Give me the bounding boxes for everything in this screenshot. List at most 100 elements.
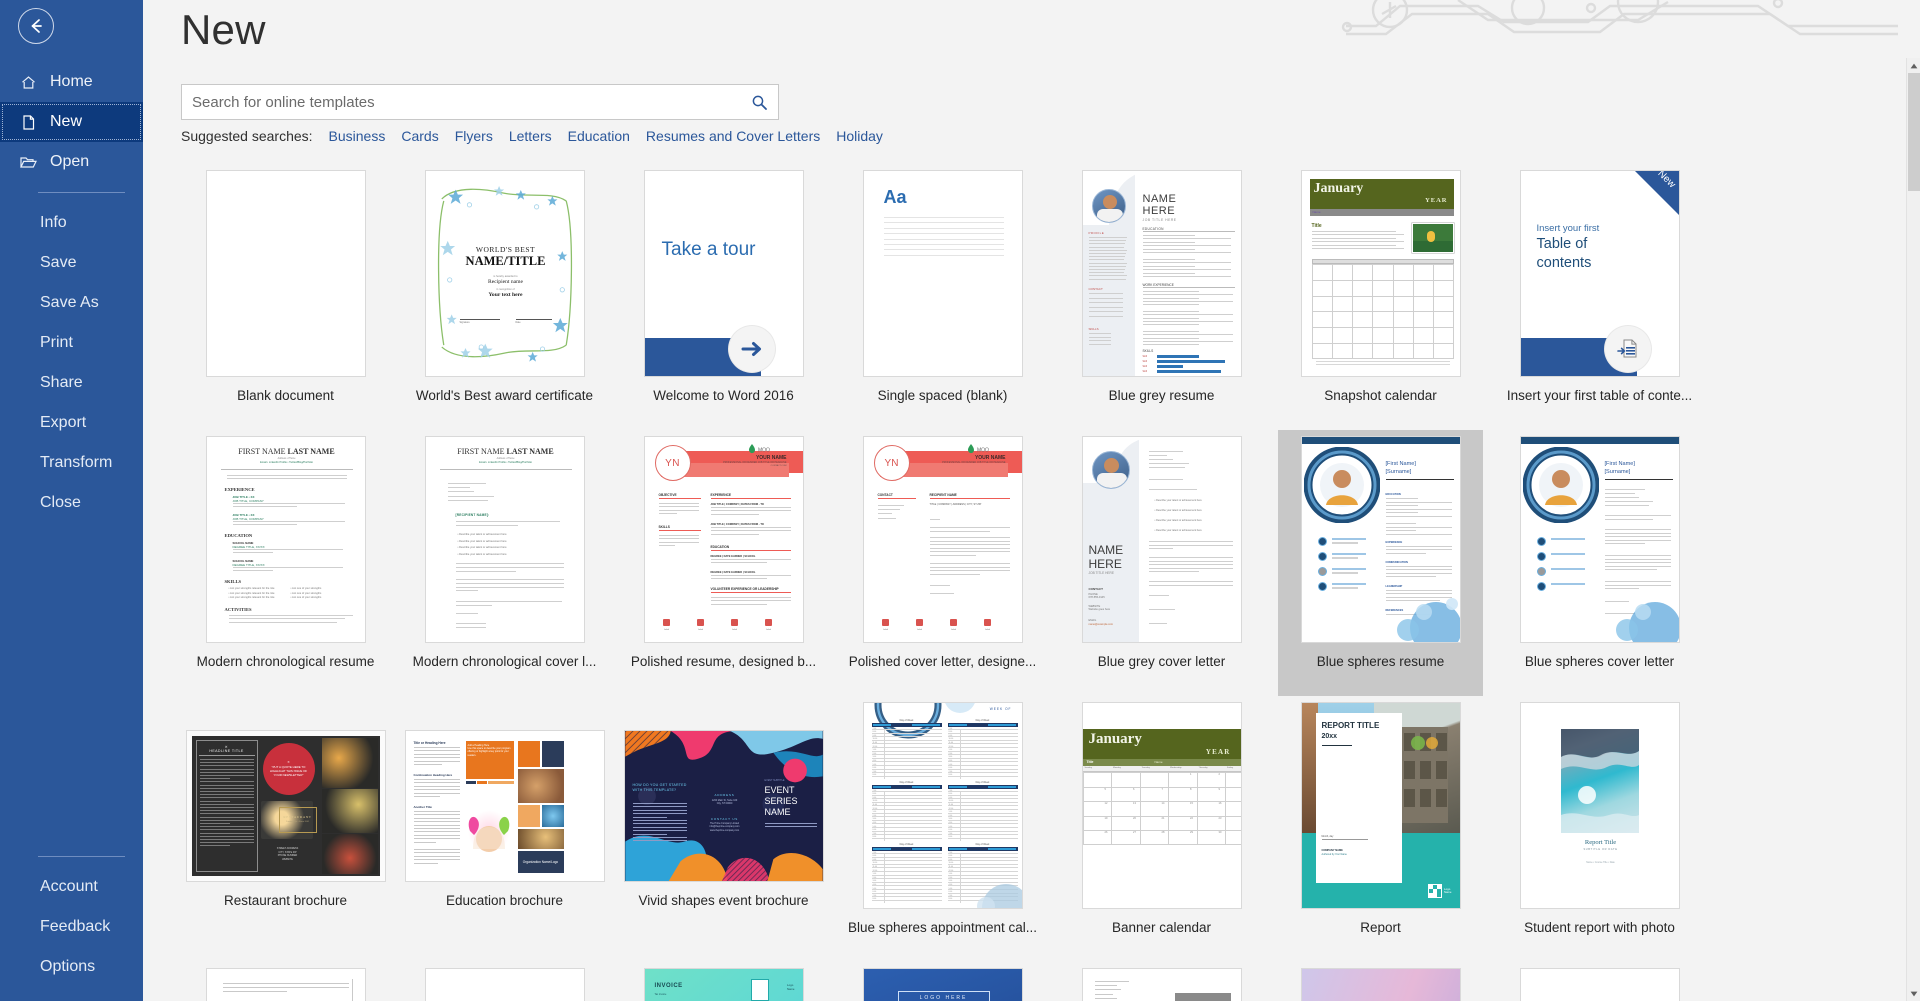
suggested-search-education[interactable]: Education xyxy=(568,128,630,144)
sidebar-item-save-as[interactable]: Save As xyxy=(0,283,143,323)
template-thumbnail xyxy=(1519,968,1680,1001)
template-thumbnail: REPORT TITLE 20xx Month, day COMPANY NAM… xyxy=(1300,702,1461,909)
sidebar-item-export[interactable]: Export xyxy=(0,403,143,443)
template-thumbnail: NAME HERE JOB TITLE HERE PROFILE CONTACT… xyxy=(1081,170,1242,377)
template-tile[interactable]: YN YOUR NAME PROFESSIONAL OR DESIRED JOB… xyxy=(621,430,826,696)
sidebar-item-save[interactable]: Save xyxy=(0,243,143,283)
template-tile-label: Blue grey cover letter xyxy=(1097,654,1226,669)
template-tile[interactable]: HOW DO YOU GET STARTED WITH THIS TEMPLAT… xyxy=(621,696,826,962)
sidebar-item-feedback[interactable]: Feedback xyxy=(0,907,143,947)
sidebar-item-info[interactable]: Info xyxy=(0,203,143,243)
home-icon xyxy=(18,72,38,92)
template-thumbnail: Aa xyxy=(862,170,1023,377)
template-tile[interactable]: LOGO HERE xyxy=(840,962,1045,1001)
template-tile-label: Single spaced (blank) xyxy=(877,388,1008,403)
template-tile[interactable]: Take a tour Welcome to Word 2016 xyxy=(621,164,826,430)
suggested-search-holiday[interactable]: Holiday xyxy=(836,128,883,144)
template-tile[interactable]: YN YOUR NAME PROFESSIONAL OR DESIRED JOB… xyxy=(840,430,1045,696)
template-tile[interactable] xyxy=(402,962,607,1001)
template-tile[interactable]: Blank document xyxy=(183,164,388,430)
template-tile-label: Student report with photo xyxy=(1524,920,1675,935)
sidebar-item-label: Save As xyxy=(40,294,99,311)
template-thumbnail: Report Title SUBTITLE OR DATE Name • Cou… xyxy=(1519,702,1680,909)
sidebar-item-label: Feedback xyxy=(40,918,111,935)
sidebar-divider-bottom xyxy=(38,856,125,857)
template-thumbnail: Title or Heading Here Continuation Headi… xyxy=(404,730,605,882)
sidebar-item-transform[interactable]: Transform xyxy=(0,443,143,483)
template-tile[interactable]: NAME HERE JOB TITLE HERE CONTACT PHONE 67… xyxy=(1059,430,1264,696)
template-tile-label: World's Best award certificate xyxy=(415,388,594,403)
template-tile[interactable]: [First Name] [Surname] EDUCATION EXPERIE… xyxy=(1278,430,1483,696)
sidebar-item-new[interactable]: New xyxy=(0,102,143,142)
template-tile-label: Blue spheres cover letter xyxy=(1524,654,1675,669)
template-tile[interactable] xyxy=(1278,962,1483,1001)
template-grid: Blank document WORLD'S BEST NAME/TITLE i… xyxy=(143,164,1906,1001)
sidebar-item-account[interactable]: Account xyxy=(0,867,143,907)
sidebar-item-label: Close xyxy=(40,494,81,511)
template-tile[interactable]: WEEK OF Day of Week 7:00 8:00 9:00 10:00… xyxy=(840,696,1045,962)
template-tile[interactable]: [First Name] [Surname] Blue spheres cove… xyxy=(1497,430,1702,696)
template-tile-label: Banner calendar xyxy=(1111,920,1212,935)
backstage-sidebar: Home New Open Info Save Save As Print Sh… xyxy=(0,0,143,1001)
vertical-scrollbar[interactable] xyxy=(1906,58,1920,1001)
scroll-down-button[interactable] xyxy=(1907,986,1920,1001)
back-button[interactable] xyxy=(18,8,54,44)
template-thumbnail: [First Name] [Surname] xyxy=(1519,436,1680,643)
search-button[interactable] xyxy=(740,85,778,119)
template-tile[interactable] xyxy=(1497,962,1702,1001)
template-tile-label: Welcome to Word 2016 xyxy=(653,388,794,403)
template-tile-label: Blue spheres resume xyxy=(1316,654,1445,669)
template-tile[interactable]: INVOICE Tax invoice LogoName DATE INVOIC… xyxy=(621,962,826,1001)
sidebar-item-label: Print xyxy=(40,334,73,351)
template-tile[interactable]: Company Name xyxy=(1059,962,1264,1001)
suggested-search-letters[interactable]: Letters xyxy=(509,128,552,144)
template-tile[interactable]: New Insert your first Table of contents I… xyxy=(1497,164,1702,430)
open-folder-icon xyxy=(18,152,38,172)
sidebar-item-label: Options xyxy=(40,958,96,975)
sidebar-item-label: New xyxy=(50,113,83,130)
sidebar-item-label: Home xyxy=(50,73,93,90)
template-tile[interactable]: FIRST NAME LAST NAME Address • Phone Ema… xyxy=(402,430,607,696)
sidebar-item-print[interactable]: Print xyxy=(0,323,143,363)
sidebar-item-label: Export xyxy=(40,414,87,431)
search-input[interactable] xyxy=(182,85,740,119)
template-tile[interactable]: Aa Single spaced (blank) xyxy=(840,164,1045,430)
suggested-search-resumes-cover-letters[interactable]: Resumes and Cover Letters xyxy=(646,128,820,144)
sidebar-item-options[interactable]: Options xyxy=(0,947,143,987)
template-tile[interactable]: NAME HERE JOB TITLE HERE PROFILE CONTACT… xyxy=(1059,164,1264,430)
template-thumbnail: LOGO HERE xyxy=(862,968,1023,1001)
search-icon xyxy=(752,95,767,110)
template-tile[interactable]: ✕ HEADLINE TITLE ✕ "PUT A QUOTE HERE TO HI… xyxy=(183,696,388,962)
template-thumbnail: HOW DO YOU GET STARTED WITH THIS TEMPLAT… xyxy=(623,730,824,882)
sidebar-item-label: Account xyxy=(40,878,98,895)
sidebar-item-home[interactable]: Home xyxy=(0,62,143,102)
template-tile[interactable]: WORLD'S BEST NAME/TITLE is hereby awarde… xyxy=(402,164,607,430)
word-backstage-new-screen: Home New Open Info Save Save As Print Sh… xyxy=(0,0,1920,1001)
template-tile-label: Vivid shapes event brochure xyxy=(638,893,809,908)
sidebar-item-open[interactable]: Open xyxy=(0,142,143,182)
template-tile[interactable]: Title or Heading Here Continuation Headi… xyxy=(402,696,607,962)
template-tile-label: Blank document xyxy=(237,388,334,403)
suggested-search-cards[interactable]: Cards xyxy=(401,128,438,144)
suggested-search-flyers[interactable]: Flyers xyxy=(455,128,493,144)
suggested-searches: Suggested searches: Business Cards Flyer… xyxy=(181,128,883,144)
template-tile[interactable] xyxy=(183,962,388,1001)
sidebar-item-label: Info xyxy=(40,214,67,231)
template-tile[interactable]: Report Title SUBTITLE OR DATE Name • Cou… xyxy=(1497,696,1702,962)
template-tile[interactable]: January YEAR Title Name Sunday Monday Tues… xyxy=(1059,696,1264,962)
sidebar-item-close[interactable]: Close xyxy=(0,483,143,523)
sidebar-item-share[interactable]: Share xyxy=(0,363,143,403)
search-box[interactable] xyxy=(181,84,779,120)
template-thumbnail: INVOICE Tax invoice LogoName DATE INVOIC… xyxy=(643,968,804,1001)
template-tile[interactable]: REPORT TITLE 20xx Month, day COMPANY NAM… xyxy=(1278,696,1483,962)
suggested-search-business[interactable]: Business xyxy=(329,128,386,144)
template-thumbnail xyxy=(1300,968,1461,1001)
template-tile[interactable]: January YEAR Name Title Snapshot calenda… xyxy=(1278,164,1483,430)
scrollbar-thumb[interactable] xyxy=(1908,73,1920,191)
template-tile-label: Modern chronological cover l... xyxy=(412,654,597,669)
template-tile[interactable]: FIRST NAME LAST NAME Address • Phone Ema… xyxy=(183,430,388,696)
suggested-searches-label: Suggested searches: xyxy=(181,128,313,144)
sidebar-secondary-nav: Info Save Save As Print Share Export Tra… xyxy=(0,203,143,523)
scroll-up-button[interactable] xyxy=(1907,58,1920,73)
template-thumbnail: FIRST NAME LAST NAME Address • Phone Ema… xyxy=(205,436,366,643)
